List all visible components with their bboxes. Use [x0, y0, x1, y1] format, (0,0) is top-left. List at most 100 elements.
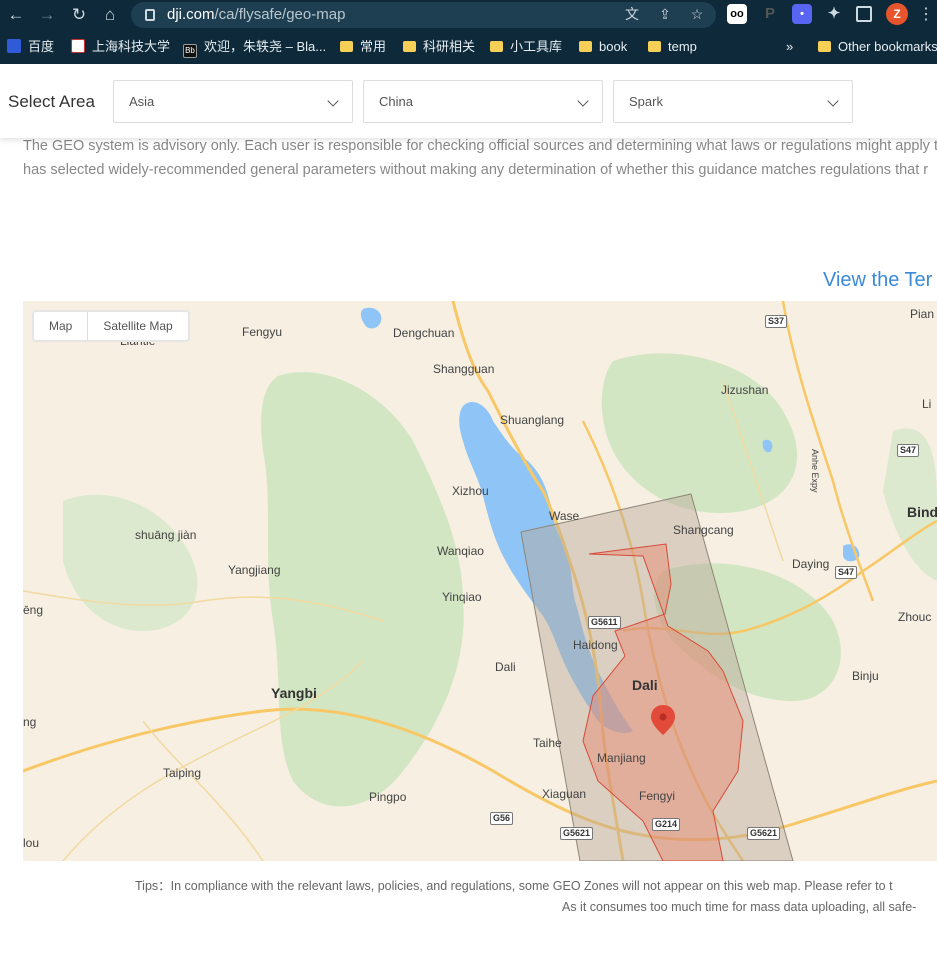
place-yinqiao: Yinqiao	[442, 590, 482, 604]
place-wase: Wase	[549, 509, 580, 523]
place-yangbi: Yangbi	[271, 685, 317, 701]
blackboard-icon: Bb	[183, 44, 197, 58]
place-jizushan: Jizushan	[721, 383, 769, 397]
folder-icon	[403, 41, 416, 52]
extension-p-icon[interactable]: P	[760, 4, 780, 24]
shanghaitech-icon	[71, 39, 85, 53]
chevron-down-icon	[577, 95, 589, 107]
place-shuanglang: Shuanglang	[500, 413, 565, 427]
reload-icon[interactable]: ↻	[68, 4, 90, 26]
place-lou: lou	[23, 836, 40, 850]
lock-icon	[145, 9, 155, 21]
forward-icon[interactable]: →	[36, 4, 58, 26]
highway-shield-g5611: G5611	[588, 616, 621, 629]
highway-shield-s37: S37	[765, 315, 788, 328]
extension-discord-icon[interactable]: •	[792, 4, 812, 24]
bookmarks-bar: 百度 上海科技大学 Bb 欢迎，朱轶尧 – Bla... 常用 科研相关 小工具库…	[0, 30, 937, 64]
bookmark-folder-tools[interactable]: 小工具库	[490, 38, 562, 56]
place-manjiang: Manjiang	[597, 751, 646, 765]
star-icon[interactable]: ☆	[688, 5, 706, 23]
highway-shield-g214: G214	[652, 818, 681, 831]
drone-select[interactable]: Spark	[613, 80, 853, 123]
country-select[interactable]: China	[363, 80, 603, 123]
place-pian: Pian	[910, 307, 935, 321]
place-dali-old: Dali	[495, 660, 516, 674]
place-taiping: Taiping	[163, 766, 202, 780]
place-fengyi: Fengyi	[639, 789, 676, 803]
url-path: /ca/flysafe/geo-map	[214, 6, 346, 23]
highway-shield-g5621: G5621	[560, 827, 594, 840]
tips-line-2: As it consumes too much time for mass da…	[562, 900, 917, 914]
browser-toolbar: ← → ↻ ⌂ dji.com/ca/flysafe/geo-map 文 ⇪ ☆…	[0, 0, 937, 30]
place-daying: Daying	[792, 557, 830, 571]
place-shangguan: Shangguan	[433, 362, 495, 376]
bookmark-shanghaitech[interactable]: 上海科技大学	[71, 38, 170, 56]
place-dali: Dali	[632, 677, 658, 693]
geo-map[interactable]: Map Satellite Map Liantie Fengyu Dengchu…	[23, 301, 937, 861]
place-xizhou: Xizhou	[452, 484, 489, 498]
drone-value: Spark	[629, 94, 663, 109]
place-bind: Bind	[907, 504, 937, 520]
folder-icon	[490, 41, 503, 52]
highway-shield-g56: G56	[490, 812, 514, 825]
chevron-down-icon	[827, 95, 839, 107]
select-area-bar: Select Area Asia China Spark	[0, 64, 937, 138]
profile-avatar[interactable]: Z	[886, 3, 908, 25]
place-pingpo: Pingpo	[369, 790, 407, 804]
share-icon[interactable]: ⇪	[656, 5, 674, 23]
folder-icon	[579, 41, 592, 52]
extensions-puzzle-icon[interactable]: ✦	[824, 4, 844, 24]
place-zhouc: Zhouc	[898, 610, 932, 624]
road-label-anhe-expy: Anhe Expy	[810, 449, 820, 493]
country-value: China	[379, 94, 413, 109]
bookmark-folder-common[interactable]: 常用	[340, 38, 386, 56]
place-dengchuan: Dengchuan	[393, 326, 455, 340]
geo-map-page: Select Area Asia China Spark The GEO sys…	[0, 64, 937, 964]
tips-line-1: Tips：In compliance with the relevant law…	[135, 879, 893, 893]
chevron-down-icon	[327, 95, 339, 107]
baidu-icon	[7, 39, 21, 53]
advisory-line-2: has selected widely-recommended general …	[23, 162, 929, 178]
bookmark-other[interactable]: Other bookmarks	[818, 38, 937, 56]
place-eng: ēng	[23, 603, 44, 617]
sidepanel-icon[interactable]	[856, 6, 872, 22]
folder-icon	[340, 41, 353, 52]
url-host: dji.com	[167, 6, 215, 23]
place-li: Li	[922, 397, 932, 411]
bookmark-baidu[interactable]: 百度	[7, 38, 54, 56]
map-type-toggle: Map Satellite Map	[32, 310, 190, 342]
back-icon[interactable]: ←	[5, 4, 27, 26]
folder-icon	[648, 41, 661, 52]
place-shuangjian: shuāng jiàn	[135, 528, 197, 542]
bookmarks-overflow-icon[interactable]: »	[786, 38, 793, 56]
continent-value: Asia	[129, 94, 155, 109]
highway-shield-g5621: G5621	[747, 827, 781, 840]
highway-shield-s47: S47	[897, 444, 920, 457]
folder-icon	[818, 41, 831, 52]
map-type-satellite-button[interactable]: Satellite Map	[87, 312, 187, 340]
translate-icon[interactable]: 文	[623, 5, 641, 23]
place-xiaguan: Xiaguan	[542, 787, 587, 801]
bookmark-folder-research[interactable]: 科研相关	[403, 38, 475, 56]
continent-select[interactable]: Asia	[113, 80, 353, 123]
bookmark-folder-temp[interactable]: temp	[648, 38, 697, 56]
place-ng: ng	[23, 715, 37, 729]
highway-shield-s47: S47	[835, 566, 858, 579]
place-wanqiao: Wanqiao	[437, 544, 484, 558]
place-taihe: Taihe	[533, 736, 562, 750]
view-terms-link[interactable]: View the Ter	[823, 269, 932, 292]
advisory-text: The GEO system is advisory only. Each us…	[23, 134, 937, 182]
place-haidong: Haidong	[573, 638, 618, 652]
extension-eyes-icon[interactable]: oo	[727, 4, 747, 24]
place-fengyu: Fengyu	[242, 325, 283, 339]
map-canvas[interactable]	[23, 301, 937, 861]
bookmark-folder-book[interactable]: book	[579, 38, 627, 56]
menu-icon[interactable]: ⋮	[918, 5, 934, 25]
place-binju: Binju	[852, 669, 879, 683]
bookmark-blackboard[interactable]: Bb 欢迎，朱轶尧 – Bla...	[183, 38, 326, 58]
select-area-label: Select Area	[8, 92, 95, 111]
place-shangcang: Shangcang	[673, 523, 734, 537]
map-type-map-button[interactable]: Map	[34, 312, 87, 340]
browser-chrome: ← → ↻ ⌂ dji.com/ca/flysafe/geo-map 文 ⇪ ☆…	[0, 0, 937, 64]
home-icon[interactable]: ⌂	[99, 4, 121, 26]
